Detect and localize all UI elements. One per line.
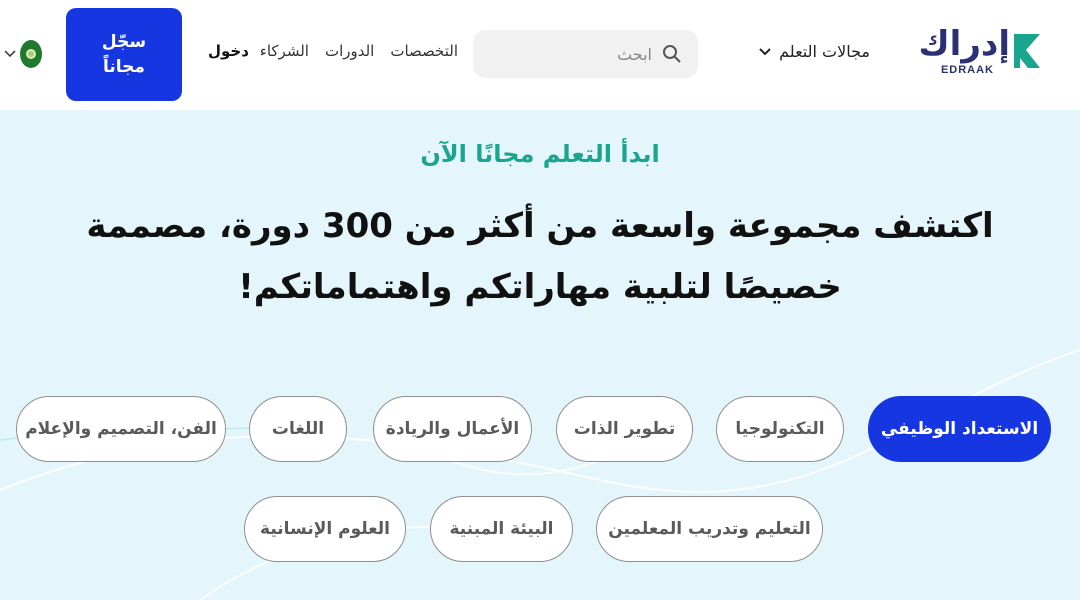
nav-item-courses[interactable]: الدورات [325, 42, 374, 60]
category-technology[interactable]: التكنولوجيا [716, 396, 844, 462]
category-self-development[interactable]: تطوير الذات [556, 396, 693, 462]
language-selector[interactable] [4, 40, 42, 68]
nav-item-partners[interactable]: الشركاء [260, 42, 309, 60]
search-input[interactable] [502, 44, 652, 64]
edraak-logo[interactable]: إدراك EDRAAK [919, 24, 1042, 82]
category-humanities[interactable]: العلوم الإنسانية [244, 496, 406, 562]
category-business-entrepreneurship[interactable]: الأعمال والريادة [373, 396, 532, 462]
logo-subtext: EDRAAK [940, 64, 994, 76]
learning-areas-dropdown[interactable]: مجالات التعلم [759, 42, 870, 61]
login-link[interactable]: دخول [208, 42, 249, 60]
search-icon[interactable] [662, 44, 682, 64]
register-free-button[interactable]: سجّل مجاناً [66, 8, 182, 101]
category-languages[interactable]: اللغات [249, 396, 347, 462]
nav-item-specializations[interactable]: التخصصات [390, 42, 458, 60]
main-nav: التخصصات الدورات الشركاء [260, 42, 458, 60]
category-art-design-media[interactable]: الفن، التصميم والإعلام [16, 396, 226, 462]
arabic-flag-icon [20, 40, 42, 68]
logo-text: إدراك [918, 24, 1011, 64]
logo-arrow-icon [1014, 34, 1040, 68]
search-box[interactable] [473, 30, 698, 78]
chevron-down-icon [759, 47, 771, 55]
chevron-down-icon [4, 50, 16, 58]
category-built-environment[interactable]: البيئة المبنية [430, 496, 573, 562]
top-header: إدراك EDRAAK مجالات التعلم التخصصات الدو… [0, 0, 1080, 110]
category-education-teacher-training[interactable]: التعليم وتدريب المعلمين [596, 496, 823, 562]
hero-headline: اكتشف مجموعة واسعة من أكثر من 300 دورة، … [86, 206, 994, 308]
learning-areas-label: مجالات التعلم [779, 42, 870, 61]
category-career-readiness[interactable]: الاستعداد الوظيفي [868, 396, 1051, 462]
hero-tagline: ابدأ التعلم مجانًا الآن [420, 140, 660, 168]
